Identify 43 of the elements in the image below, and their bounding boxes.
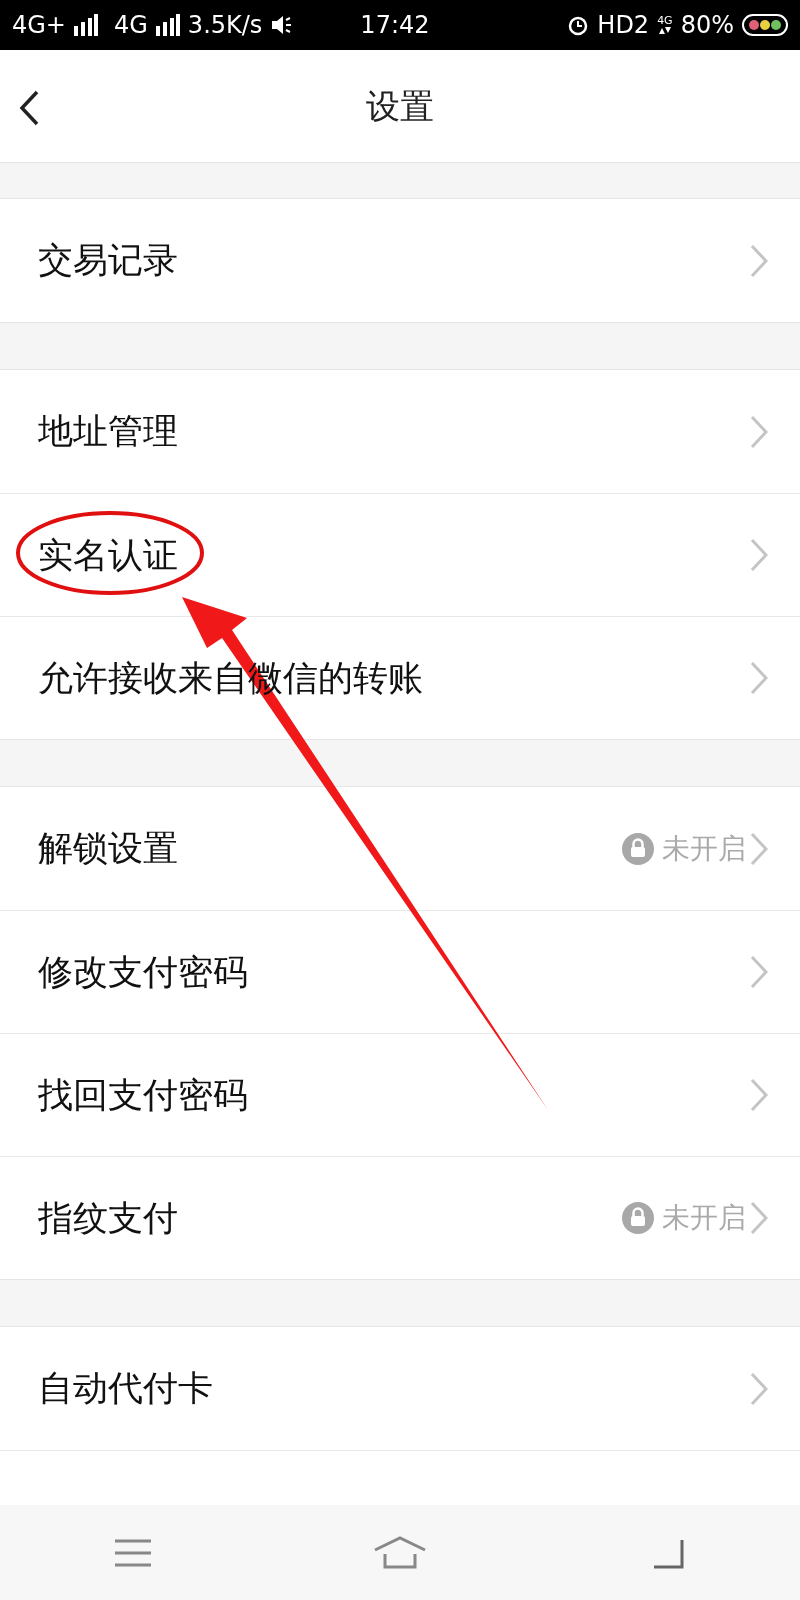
settings-row[interactable]: 地址管理 [0,370,800,493]
alarm-icon [567,14,590,36]
row-label: 自动代付卡 [38,1367,213,1411]
chevron-right-icon [750,243,768,278]
status-label: 未开启 [662,1200,746,1236]
chevron-right-icon [750,1371,768,1406]
network-label: 4G [657,15,673,26]
row-label: 地址管理 [38,410,178,454]
battery-percent: 80% [680,10,734,41]
status-label: 未开启 [662,830,746,867]
network-label: 4G [114,10,148,41]
settings-row[interactable]: 找回支付密码 [0,1033,800,1156]
row-label: 解锁设置 [38,827,178,871]
chevron-right-icon [750,414,768,449]
lock-icon [622,1202,654,1234]
network-label: 4G+ [12,10,66,41]
battery-icon [742,14,788,36]
data-arrows-icon [658,26,671,35]
row-label: 指纹支付 [38,1196,178,1240]
hd-label: HD2 [597,10,650,41]
clock-time: 17:42 [360,10,430,41]
row-label: 修改支付密码 [38,950,248,994]
row-label: 找回支付密码 [38,1073,248,1117]
page-title: 设置 [366,84,434,128]
settings-row[interactable]: 指纹支付 未开启 [0,1156,800,1279]
row-label: 实名认证 [38,533,178,577]
settings-row[interactable]: 交易记录 [0,199,800,322]
chevron-right-icon [750,955,768,989]
chevron-right-icon [750,661,768,695]
lock-icon [622,832,654,865]
signal-icon [74,14,98,36]
chevron-right-icon [750,538,768,572]
chevron-right-icon [750,1078,768,1112]
settings-row[interactable]: 解锁设置 未开启 [0,787,800,910]
home-icon [373,1535,427,1570]
speaker-icon [270,14,293,36]
row-label: 交易记录 [38,239,178,283]
chevron-right-icon [750,1201,768,1235]
menu-icon [114,1537,153,1568]
chevron-right-icon [750,831,768,866]
signal-icon [155,14,180,36]
speed-label: 3.5K/s [187,10,263,41]
back-icon [19,90,39,126]
